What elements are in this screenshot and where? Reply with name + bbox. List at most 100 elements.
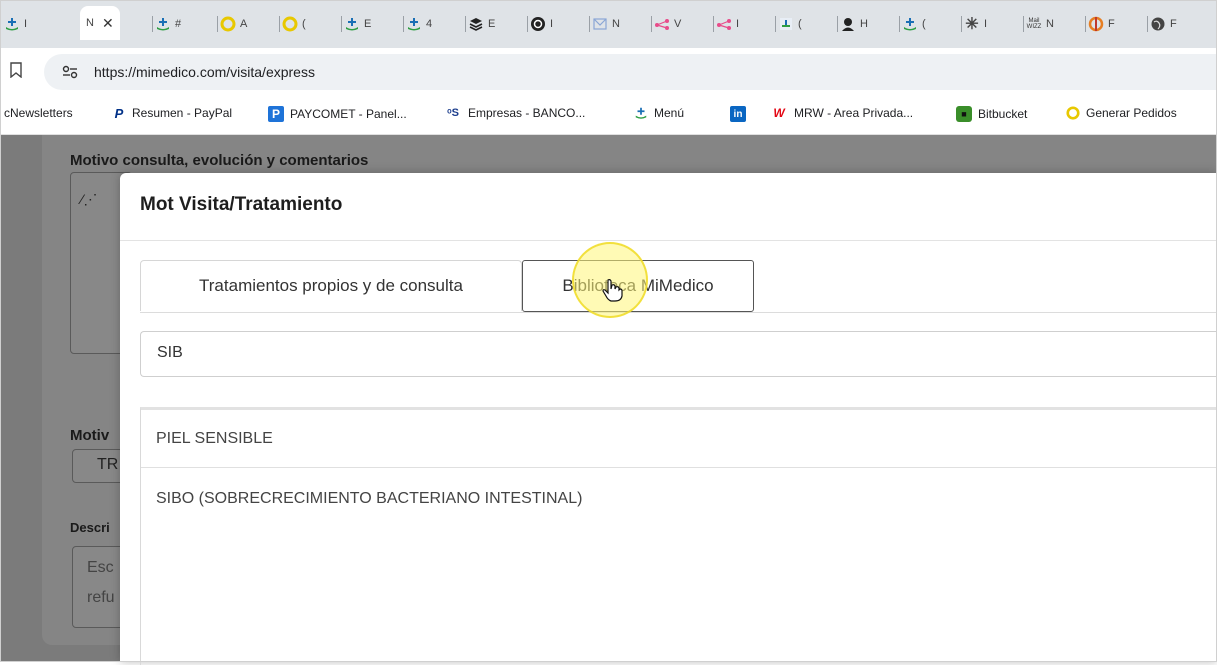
browser-tab-label: N: [612, 18, 620, 30]
tab-separator: [527, 16, 528, 32]
browser-tab[interactable]: N: [589, 12, 620, 36]
close-tab-icon[interactable]: ✕: [102, 15, 114, 32]
tab-tratamientos-propios[interactable]: Tratamientos propios y de consulta: [140, 260, 522, 311]
browser-toolbar: https://mimedico.com/visita/express: [0, 48, 1217, 96]
browser-tab[interactable]: H: [837, 12, 868, 36]
browser-tab[interactable]: A: [217, 12, 248, 36]
bookmark-label: Resumen - PayPal: [132, 106, 233, 120]
spiral-icon: [530, 16, 546, 32]
mimedico-bar-icon: [778, 16, 794, 32]
bookmark-item[interactable]: Menú: [634, 106, 684, 120]
browser-tab-label: (: [922, 18, 926, 30]
list-item[interactable]: PIEL SENSIBLE: [141, 410, 1217, 468]
browser-tab[interactable]: ✳ I: [961, 12, 988, 36]
placeholder-line: Esc: [87, 559, 114, 576]
paypal-icon: P: [114, 105, 124, 121]
mrw-icon: W: [773, 106, 785, 120]
mimedico-icon: [344, 16, 360, 32]
bookmark-icon[interactable]: [10, 62, 22, 78]
tab-separator: [775, 16, 776, 32]
tab-separator: [899, 16, 900, 32]
yellow-ring-icon: [1066, 106, 1080, 120]
bookmark-item[interactable]: P PAYCOMET - Panel...: [268, 106, 407, 122]
browser-tab[interactable]: #: [152, 12, 182, 36]
hand-cursor-icon: [602, 279, 623, 302]
modal-title: Mot Visita/Tratamiento: [140, 194, 343, 215]
bookmark-item[interactable]: P Resumen - PayPal: [112, 105, 233, 121]
browser-tab[interactable]: F: [1085, 12, 1115, 36]
browser-tab[interactable]: E: [465, 12, 495, 36]
mimedico-icon: [902, 16, 918, 32]
tab-separator: [217, 16, 218, 32]
list-item[interactable]: SIBO (SOBRECRECIMIENTO BACTERIANO INTEST…: [141, 470, 1217, 528]
browser-tab[interactable]: E: [341, 12, 372, 36]
tab-separator: [651, 16, 652, 32]
bookmark-item[interactable]: W MRW - Area Privada...: [770, 106, 913, 120]
orange-logo-icon: [1088, 16, 1104, 32]
browser-tab[interactable]: V: [651, 12, 681, 36]
browser-tab-label: I: [984, 18, 988, 30]
browser-tab-label: 4: [426, 18, 433, 30]
globe-icon: [1150, 16, 1166, 32]
browser-tab-label: #: [175, 18, 182, 30]
browser-tab[interactable]: Mail WIZZ N: [1023, 12, 1054, 36]
bookmark-label: Generar Pedidos: [1086, 106, 1177, 120]
list-item-label: PIEL SENSIBLE: [156, 429, 273, 447]
browser-tab[interactable]: (: [279, 12, 306, 36]
mimedico-icon: [634, 106, 648, 120]
site-settings-icon[interactable]: [62, 65, 78, 79]
mail-icon: [592, 16, 608, 32]
bitbucket-icon: ■: [956, 106, 972, 122]
browser-tab-strip: I N ✕ # A ( E 4 E I N V I (H (✳ I Mail…: [0, 0, 1217, 48]
tab-separator: [341, 16, 342, 32]
bookmark-label: PAYCOMET - Panel...: [290, 107, 407, 121]
modal-tabs: Tratamientos propios y de consulta Bibli…: [140, 260, 1217, 313]
mimedico-icon: [155, 16, 171, 32]
bookmark-item[interactable]: Generar Pedidos: [1066, 106, 1177, 120]
magic-wand-icon[interactable]: ⁄⋰: [81, 191, 97, 208]
placeholder-line: refu: [87, 589, 115, 606]
layers-icon: [468, 16, 484, 32]
browser-tab[interactable]: (: [775, 12, 802, 36]
browser-tab-label: E: [364, 18, 372, 30]
search-input[interactable]: [155, 343, 1159, 363]
tab-separator: [961, 16, 962, 32]
browser-tab[interactable]: (: [899, 12, 926, 36]
bookmark-item[interactable]: cNewsletters: [4, 106, 73, 120]
tab-separator: [1023, 16, 1024, 32]
tab-separator: [589, 16, 590, 32]
browser-tab[interactable]: I: [527, 12, 553, 36]
bookmark-item[interactable]: in: [730, 106, 746, 122]
browser-tab[interactable]: F: [1147, 12, 1177, 36]
address-bar[interactable]: https://mimedico.com/visita/express: [44, 54, 1217, 90]
avatar-icon: [840, 16, 856, 32]
results-list: PIEL SENSIBLE SIBO (SOBRECRECIMIENTO BAC…: [140, 407, 1217, 665]
browser-tab[interactable]: I: [713, 12, 739, 36]
browser-tab-active[interactable]: N ✕: [80, 6, 120, 40]
mailwizz-icon: Mail WIZZ: [1026, 18, 1042, 30]
url-text[interactable]: https://mimedico.com/visita/express: [94, 64, 315, 80]
descripcion-label: Descri: [70, 520, 110, 535]
asterisk-icon: ✳: [965, 16, 979, 33]
browser-tab[interactable]: I: [4, 12, 27, 36]
mimedico-icon: [406, 16, 422, 32]
browser-tab-label: F: [1108, 18, 1115, 30]
browser-tab-label: H: [860, 18, 868, 30]
search-field[interactable]: [140, 331, 1217, 377]
bookmark-item[interactable]: ᵒS Empresas - BANCO...: [444, 106, 585, 120]
bookmark-item[interactable]: ■ Bitbucket: [956, 106, 1027, 122]
tab-separator: [1085, 16, 1086, 32]
browser-tab[interactable]: 4: [403, 12, 433, 36]
tab-label: Tratamientos propios y de consulta: [199, 276, 463, 295]
tab-separator: [403, 16, 404, 32]
treatment-modal: Mot Visita/Tratamiento Tratamientos prop…: [120, 173, 1217, 665]
bookmark-label: Menú: [654, 106, 685, 120]
browser-tab-label: N: [86, 17, 94, 29]
browser-tab-label: F: [1170, 18, 1177, 30]
mimedico-icon: [4, 16, 20, 32]
tab-separator: [837, 16, 838, 32]
tab-separator: [1147, 16, 1148, 32]
yellow-ring-icon: [220, 16, 236, 32]
browser-tab-label: A: [240, 18, 248, 30]
bookmark-label: MRW - Area Privada...: [794, 106, 914, 120]
